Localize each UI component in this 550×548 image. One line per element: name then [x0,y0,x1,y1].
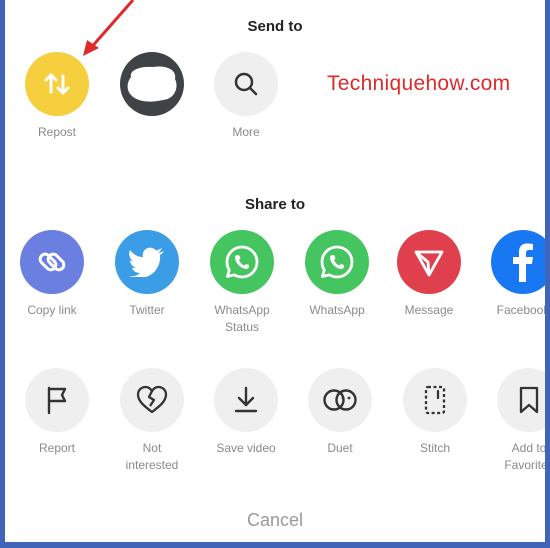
window-frame-right [545,0,550,548]
twitter-icon [115,230,179,294]
report-label: Report [38,441,76,455]
facebook-icon [491,230,545,294]
save-video-label: Save video [216,441,276,455]
facebook-button[interactable]: Facebook [478,230,545,319]
whatsapp-button[interactable]: WhatsApp [292,230,382,319]
flag-icon [25,368,89,432]
message-button[interactable]: Message [384,230,474,319]
stitch-label: Stitch [419,441,450,455]
download-icon [214,368,278,432]
copy-link-label: Copy link [27,303,77,317]
share-to-title: Share to [244,196,305,213]
repost-button[interactable]: Repost [12,52,102,141]
copy-link-button[interactable]: Copy link [7,230,97,319]
not-interested-button[interactable]: Not interested [107,368,197,474]
stitch-button[interactable]: Stitch [390,368,480,457]
add-to-favorites-button[interactable]: Add to Favorites [484,368,545,474]
bookmark-icon [497,368,545,432]
red-arrow-annotation [83,0,135,56]
duet-button[interactable]: Duet [295,368,385,457]
duet-icon [308,368,372,432]
twitter-button[interactable]: Twitter [102,230,192,319]
add-to-favorites-label: Add to Favorites [504,441,545,472]
twitter-label: Twitter [129,303,165,317]
link-icon [20,230,84,294]
broken-heart-icon [120,368,184,432]
whatsapp-status-label: WhatsApp Status [214,303,270,334]
whatsapp-status-button[interactable]: WhatsApp Status [197,230,287,336]
whatsapp-icon [210,230,274,294]
send-icon [397,230,461,294]
report-button[interactable]: Report [12,368,102,457]
cancel-button[interactable]: Cancel [5,510,545,531]
more-label: More [232,125,260,139]
repost-label: Repost [37,125,77,139]
search-icon [214,52,278,116]
save-video-button[interactable]: Save video [201,368,291,457]
facebook-label: Facebook [496,303,545,317]
share-sheet: Send to Repost More Techniquehow.com Sha… [5,0,545,542]
window-frame-bottom [0,542,550,548]
message-label: Message [404,303,454,317]
not-interested-label: Not interested [125,441,179,472]
watermark-text: Techniquehow.com [327,72,511,95]
whatsapp-label: WhatsApp [309,303,365,317]
more-button[interactable]: More [201,52,291,141]
stitch-icon [403,368,467,432]
whatsapp-icon [305,230,369,294]
duet-label: Duet [327,441,353,455]
